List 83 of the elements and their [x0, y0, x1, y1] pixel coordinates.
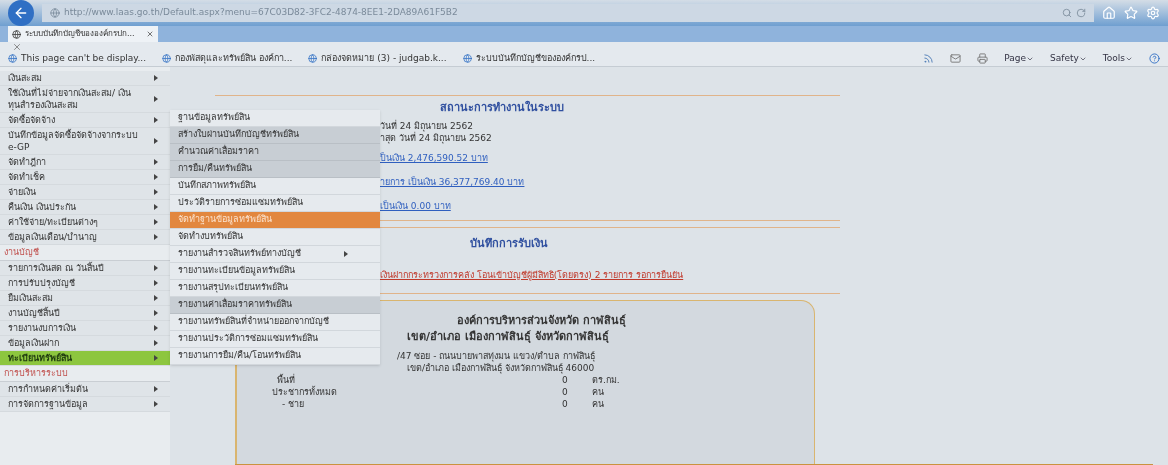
amount-link[interactable]: ป็นเงิน 2,476,590.52 บาท [380, 153, 488, 163]
submenu-arrow-icon [154, 188, 158, 195]
submenu-arrow-icon [154, 203, 158, 210]
site-icon [462, 54, 472, 64]
stat-value: 0 [562, 397, 569, 410]
favorite-link[interactable]: This page can't be display... [8, 52, 146, 66]
stat-label: ประชากรทั้งหมด [272, 385, 338, 398]
submenu-arrow-icon [154, 279, 158, 286]
help-icon[interactable] [1149, 53, 1160, 65]
sidebar-item[interactable]: ใช้เงินที่ไม่จ่ายจากเงินสะสม/ เงินทุนสำรองเงินสะสม [0, 85, 170, 113]
stat-unit: ตร.กม. [592, 373, 620, 386]
home-icon[interactable] [1102, 6, 1116, 20]
command-menu[interactable]: Tools [1102, 52, 1133, 66]
favorite-link[interactable]: กล่องจดหมาย (3) - judgab.k... [308, 52, 447, 66]
submenu-item[interactable]: ประวัติรายการซ่อมแซมทรัพย์สิน [170, 194, 380, 212]
submenu-arrow-icon [154, 95, 158, 102]
address-text: /47 ซอย - ถนนบายพาสทุ่งมน แขวง/ตำบล กาฬสินธุ์ [397, 349, 597, 362]
mail-icon[interactable] [950, 53, 962, 65]
submenu-arrow-icon [344, 250, 348, 257]
search-icon[interactable] [1062, 8, 1072, 18]
submenu-arrow-icon [154, 137, 158, 144]
command-menu[interactable]: Safety [1050, 52, 1087, 66]
pending-link[interactable]: เงินฝากกระทรวงการคลัง โอนเข้าบัญชีผู้มีสิทธิ(โดยตรง) 2 รายการ รอการยืนยัน [380, 269, 684, 280]
back-button[interactable] [8, 0, 34, 26]
submenu-item[interactable]: ฐานข้อมูลทรัพย์สิน [170, 109, 380, 127]
status-text: าสุด วันที่ 24 มิถุนายน 2562 [380, 132, 493, 144]
sidebar-section-header: การบริหารระบบ [0, 365, 170, 382]
favorite-link[interactable]: ระบบบันทึกบัญชีขององค์กรป... [462, 52, 596, 66]
submenu-arrow-icon [154, 218, 158, 225]
browser-tab[interactable]: ระบบบันทึกบัญชีขององค์กรปก... [8, 26, 158, 42]
site-icon [308, 54, 318, 64]
submenu-arrow-icon [154, 294, 158, 301]
refresh-icon[interactable] [1076, 8, 1086, 18]
site-icon [12, 29, 21, 39]
site-icon [162, 54, 171, 64]
stat-unit: คน [592, 397, 604, 410]
submenu-arrow-icon [154, 339, 158, 346]
submenu-arrow-icon [154, 385, 158, 392]
close-icon[interactable] [12, 42, 22, 52]
submenu-item[interactable]: รายงานประวัติการซ่อมแซมทรัพย์สิน [170, 330, 380, 348]
organization-name: องค์การบริหารส่วนจังหวัด กาฬสินธุ์ [456, 312, 627, 329]
amount-link[interactable]: เป็นเงิน 0.00 บาท [380, 201, 451, 211]
panel-title: สถานะการทำงานในระบบ [439, 99, 565, 116]
submenu-item[interactable]: รายงานสรุปทะเบียนทรัพย์สิน [170, 279, 380, 297]
feed-icon[interactable] [923, 53, 935, 65]
submenu-item[interactable]: จัดทำงบทรัพย์สิน [170, 228, 380, 246]
close-icon[interactable] [146, 30, 154, 38]
settings-icon[interactable] [1146, 6, 1160, 20]
submenu-item[interactable]: บันทึกสภาพทรัพย์สิน [170, 177, 380, 195]
address-text: เขต/อำเภอ เมืองกาฬสินธุ์ จังหวัดกาฬสินธุ์ 46000 [406, 361, 596, 374]
stat-value: 0 [562, 374, 569, 386]
stat-value: 0 [562, 385, 569, 398]
submenu-item[interactable]: รายงานทะเบียนข้อมูลทรัพย์สิน [170, 262, 380, 280]
district-text: เขต/อำเภอ เมืองกาฬสินธุ์ จังหวัดกาฬสินธุ์ [406, 329, 610, 345]
submenu-arrow-icon [154, 354, 158, 361]
print-icon[interactable] [977, 53, 989, 65]
submenu-arrow-icon [154, 158, 158, 165]
stat-label: พื้นที่ [276, 373, 296, 386]
sidebar-item[interactable]: บันทึกข้อมูลจัดซื้อจัดจ้างจากระบบ e-GP [0, 127, 170, 155]
favorite-link[interactable]: กองพัสดุและทรัพย์สิน องค์กา... [162, 52, 293, 66]
submenu-arrow-icon [154, 309, 158, 316]
submenu-arrow-icon [154, 74, 158, 81]
back-arrow-icon [13, 5, 29, 21]
star-icon[interactable] [1124, 6, 1138, 20]
submenu-item[interactable]: รายงานการยืม/คืน/โอนทรัพย์สิน [170, 347, 380, 365]
submenu-item[interactable]: รายงานทรัพย์สินที่จำหน่ายออกจากบัญชี [170, 313, 380, 331]
submenu-item[interactable]: รายงานสำรวจสินทรัพย์ทางบัญชี [170, 245, 380, 263]
submenu-arrow-icon [154, 116, 158, 123]
panel-title: บันทึกการรับเงิน [469, 236, 549, 252]
site-icon [50, 8, 60, 18]
status-text: วันที่ 24 มิถุนายน 2562 [380, 120, 474, 132]
stat-unit: คน [592, 385, 604, 398]
submenu-arrow-icon [154, 264, 158, 271]
command-menu[interactable]: Page [1004, 52, 1035, 66]
stat-label: - ชาย [281, 397, 306, 410]
site-icon [8, 54, 17, 64]
sidebar-section-header: งานบัญชี [0, 244, 170, 261]
sidebar-item[interactable]: เงินสะสม [0, 70, 170, 86]
amount-link[interactable]: ายการ เป็นเงิน 36,377,769.40 บาท [380, 177, 525, 187]
submenu-arrow-icon [154, 173, 158, 180]
submenu-arrow-icon [154, 324, 158, 331]
submenu-arrow-icon [154, 400, 158, 407]
submenu-arrow-icon [154, 233, 158, 240]
